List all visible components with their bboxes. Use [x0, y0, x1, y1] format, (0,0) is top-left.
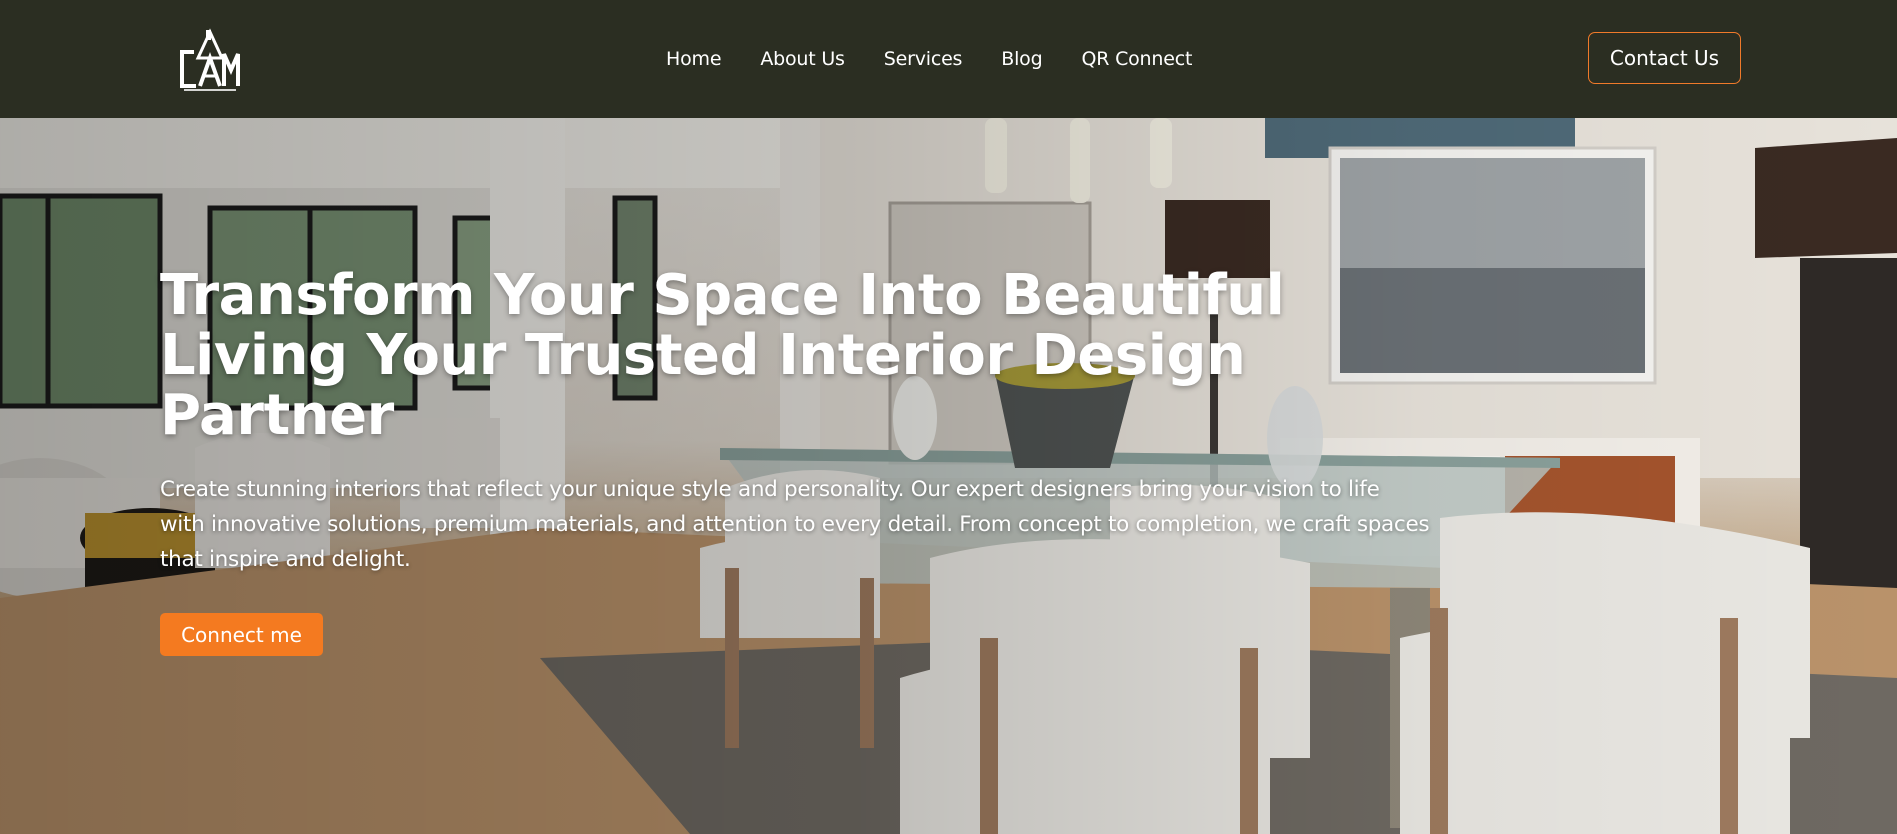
nav-item-about-us[interactable]: About Us — [760, 46, 845, 72]
hero-title: Transform Your Space Into Beautiful Livi… — [160, 263, 1285, 448]
contact-us-button[interactable]: Contact Us — [1588, 32, 1741, 84]
nav-item-home[interactable]: Home — [666, 46, 722, 72]
site-header: Home About Us Services Blog QR Connect C… — [0, 0, 1897, 118]
nav-item-services[interactable]: Services — [884, 46, 963, 72]
hero-description: Create stunning interiors that reflect y… — [160, 477, 1430, 572]
house-monogram-logo-icon — [180, 28, 240, 91]
nav-item-blog[interactable]: Blog — [1001, 46, 1042, 72]
nav-item-qr-connect[interactable]: QR Connect — [1081, 46, 1192, 72]
site-logo[interactable] — [178, 28, 242, 94]
connect-me-button[interactable]: Connect me — [160, 613, 323, 656]
main-nav: Home About Us Services Blog QR Connect — [666, 46, 1231, 72]
